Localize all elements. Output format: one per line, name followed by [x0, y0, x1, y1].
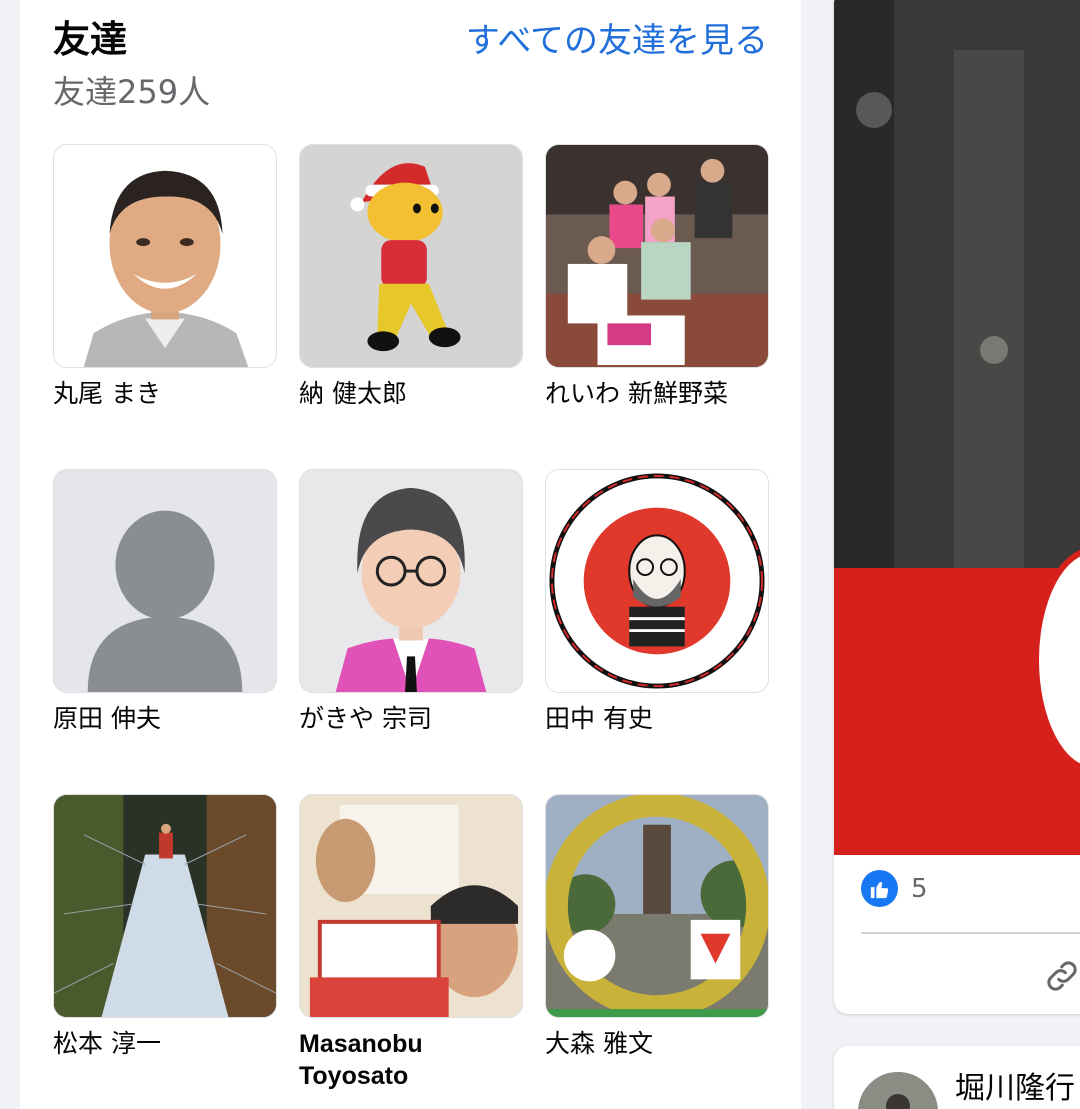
avatar[interactable]	[858, 1072, 938, 1109]
link-icon[interactable]	[1042, 956, 1080, 996]
friend-photo[interactable]	[53, 144, 277, 368]
friend-name[interactable]: 原田 伸夫	[53, 703, 277, 735]
post-author-name[interactable]: 堀川隆行	[955, 1072, 1075, 1106]
friend-name[interactable]: 大森 雅文	[545, 1028, 769, 1060]
friend-item[interactable]: 納 健太郎	[299, 144, 523, 410]
friend-item[interactable]: 原田 伸夫	[53, 469, 277, 735]
friends-title: 友達	[53, 18, 127, 61]
friend-photo[interactable]	[53, 469, 277, 693]
friend-name[interactable]: れいわ 新鮮野菜	[545, 378, 769, 410]
thumbs-up-icon	[861, 870, 898, 907]
friend-photo[interactable]	[545, 469, 769, 693]
friend-item[interactable]: 田中 有史	[545, 469, 769, 735]
friend-item[interactable]: 丸尾 まき	[53, 144, 277, 410]
see-all-friends-link[interactable]: すべての友達を見る	[466, 20, 768, 62]
friend-photo[interactable]	[545, 794, 769, 1018]
like-count[interactable]: 5	[911, 873, 928, 905]
friend-photo[interactable]	[299, 144, 523, 368]
friend-item[interactable]: 大森 雅文	[545, 794, 769, 1060]
friend-name[interactable]: Masanobu Toyosato	[299, 1028, 523, 1092]
post-photo[interactable]	[834, 0, 1080, 855]
friend-item[interactable]: Masanobu Toyosato	[299, 794, 523, 1092]
friends-count: 友達259人	[53, 73, 211, 111]
friend-photo[interactable]	[545, 144, 769, 368]
friends-card: 友達 友達259人 すべての友達を見る 丸尾 まき 納 健太郎 れいわ 新鮮野菜…	[20, 0, 801, 1109]
friend-item[interactable]: がきや 宗司	[299, 469, 523, 735]
friend-photo[interactable]	[299, 794, 523, 1018]
friend-item[interactable]: 松本 淳一	[53, 794, 277, 1060]
post-card: 5	[834, 0, 1080, 1014]
friend-name[interactable]: がきや 宗司	[299, 703, 523, 735]
friend-item[interactable]: れいわ 新鮮野菜	[545, 144, 769, 410]
friend-name[interactable]: 丸尾 まき	[53, 378, 277, 410]
post-divider	[861, 932, 1080, 934]
friend-name[interactable]: 田中 有史	[545, 703, 769, 735]
friend-photo[interactable]	[299, 469, 523, 693]
friend-name[interactable]: 納 健太郎	[299, 378, 523, 410]
friend-name[interactable]: 松本 淳一	[53, 1028, 277, 1060]
friend-photo[interactable]	[53, 794, 277, 1018]
next-post-card: 堀川隆行	[834, 1046, 1080, 1109]
